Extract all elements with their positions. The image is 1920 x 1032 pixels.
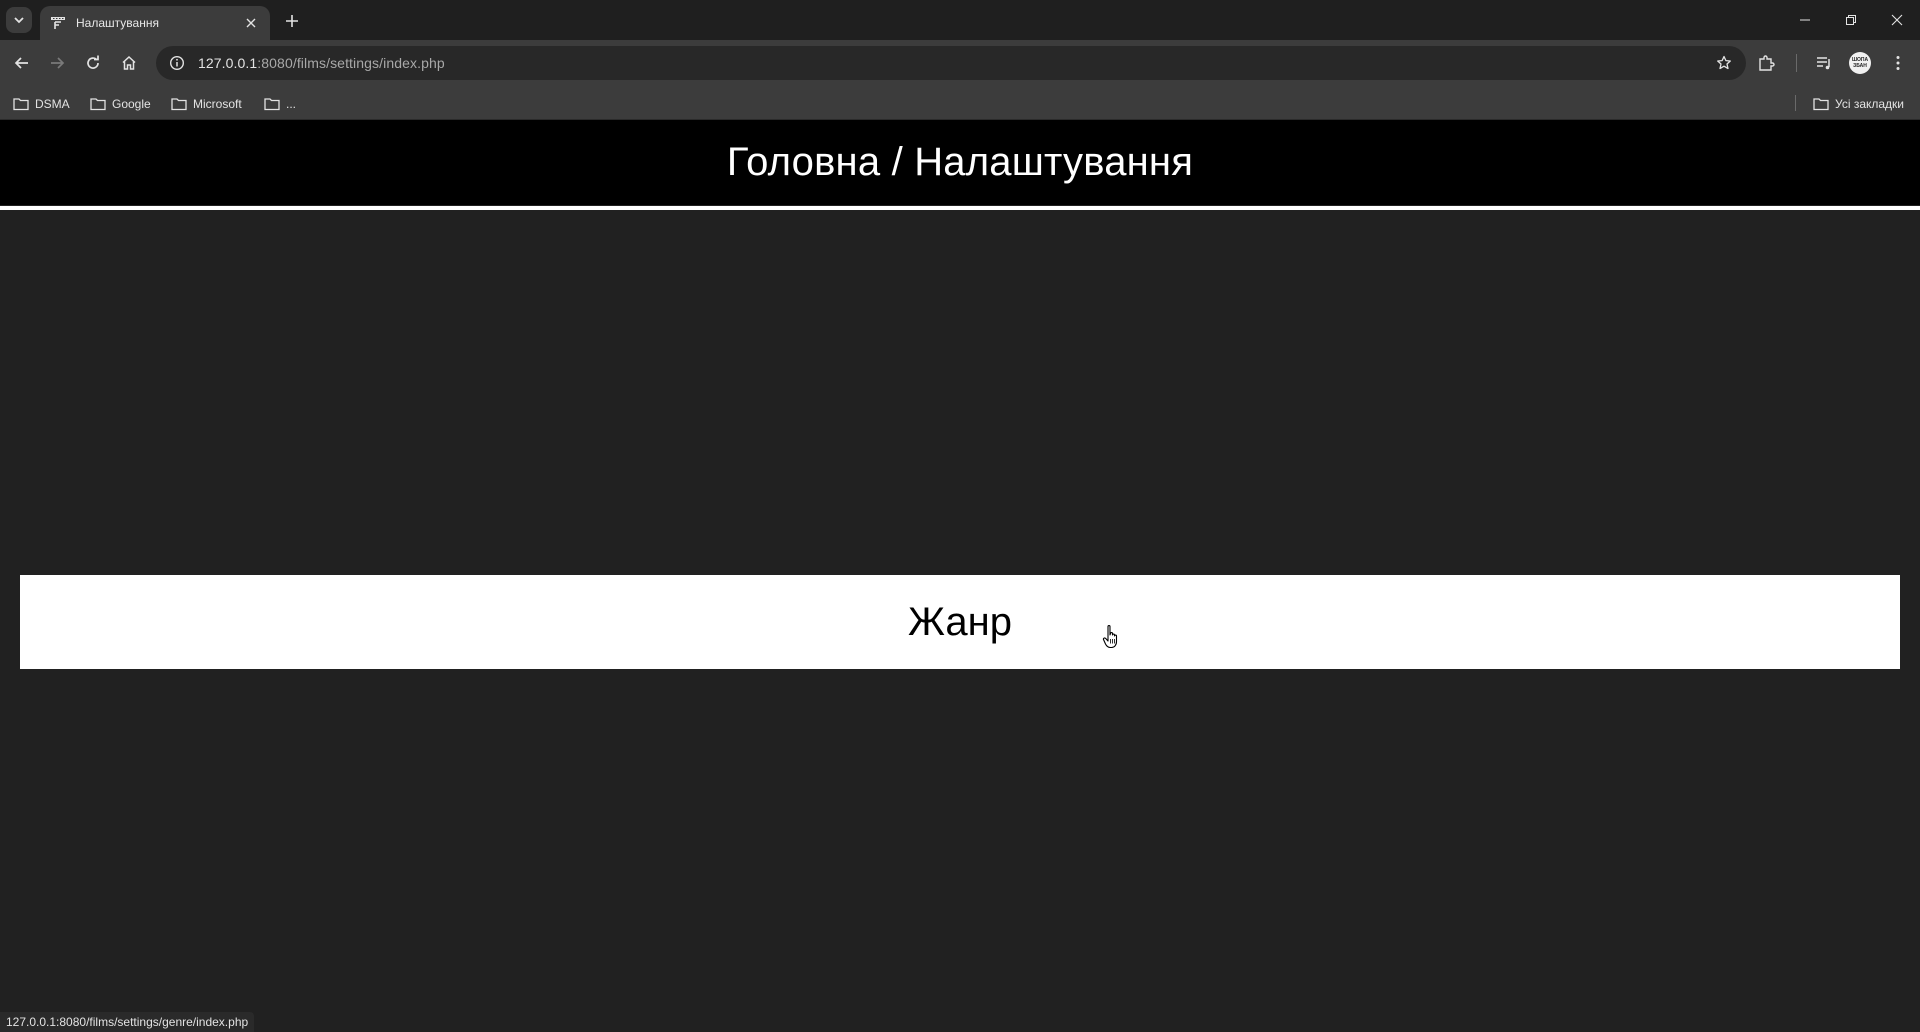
avatar: ШОПА ЗБАН <box>1849 52 1871 74</box>
tab-title: Налаштування <box>76 16 159 30</box>
close-window-button[interactable] <box>1874 0 1920 40</box>
toolbar-separator <box>1796 54 1797 72</box>
bookmark-folder-microsoft[interactable]: Microsoft <box>171 94 242 114</box>
tab-close-button[interactable] <box>242 14 260 32</box>
home-icon <box>122 55 136 70</box>
header-divider <box>0 206 1920 210</box>
status-bar-url: 127.0.0.1:8080/films/settings/genre/inde… <box>0 1012 255 1032</box>
forward-button[interactable] <box>43 49 71 77</box>
site-header: Головна / Налаштування <box>0 120 1920 205</box>
home-button[interactable] <box>115 49 143 77</box>
chevron-down-icon <box>14 17 24 24</box>
close-icon <box>1891 14 1903 26</box>
folder-icon <box>171 98 187 111</box>
bookmark-folder-google[interactable]: Google <box>90 94 151 114</box>
folder-icon <box>90 98 106 111</box>
all-bookmarks-button[interactable]: Усі закладки <box>1813 94 1904 114</box>
bookmark-label: Google <box>112 97 151 111</box>
bookmarks-bar: DSMA Google Microsoft ... Усі закладки <box>0 86 1920 120</box>
extensions-button[interactable] <box>1752 49 1780 77</box>
address-bar[interactable]: 127.0.0.1:8080/films/settings/index.php <box>156 46 1746 80</box>
toolbar-right-actions: ШОПА ЗБАН <box>1750 40 1920 86</box>
bookmark-folder-dsma[interactable]: DSMA <box>13 94 70 114</box>
address-host: 127.0.0.1 <box>198 55 258 71</box>
avatar-text: ШОПА ЗБАН <box>1851 57 1869 69</box>
star-icon <box>1717 55 1731 70</box>
profile-button[interactable]: ШОПА ЗБАН <box>1846 49 1874 77</box>
genre-settings-link[interactable]: Жанр <box>20 575 1900 669</box>
minimize-icon <box>1800 19 1810 21</box>
browser-menu-button[interactable] <box>1884 49 1912 77</box>
folder-icon <box>13 98 29 111</box>
active-tab[interactable]: Налаштування <box>40 6 270 40</box>
page-title: Головна / Налаштування <box>726 140 1194 184</box>
bookmark-star-button[interactable] <box>1712 51 1736 75</box>
plus-icon <box>286 15 298 27</box>
arrow-right-icon <box>51 57 65 69</box>
restore-icon <box>1846 15 1856 25</box>
bookmark-label: ... <box>286 97 297 111</box>
back-button[interactable] <box>8 49 36 77</box>
info-icon <box>169 55 185 71</box>
all-bookmarks-label: Усі закладки <box>1835 97 1905 111</box>
folder-icon <box>264 98 280 111</box>
site-info-button[interactable] <box>160 46 194 80</box>
bookmark-folder-more[interactable]: ... <box>264 94 296 114</box>
kebab-menu-icon <box>1896 56 1900 70</box>
arrow-left-icon <box>14 57 28 69</box>
folder-icon <box>1813 98 1829 111</box>
window-controls <box>1782 0 1920 40</box>
bookmark-label: DSMA <box>35 97 70 111</box>
hand-pointer-icon <box>1102 624 1118 649</box>
minimize-button[interactable] <box>1782 0 1828 40</box>
bookmark-label: Microsoft <box>193 97 242 111</box>
bookmarks-separator <box>1795 95 1796 111</box>
tab-search-button[interactable] <box>6 7 32 33</box>
tab-strip: Налаштування <box>0 0 1920 40</box>
restore-button[interactable] <box>1828 0 1874 40</box>
address-path: :8080/films/settings/index.php <box>257 55 445 71</box>
close-icon <box>246 18 256 28</box>
reload-icon <box>87 55 99 69</box>
reload-button[interactable] <box>79 49 107 77</box>
puzzle-icon <box>1759 55 1775 71</box>
status-url-text: 127.0.0.1:8080/films/settings/genre/inde… <box>6 1015 249 1029</box>
page-viewport: Головна / Налаштування Жанр 127.0.0.1:80… <box>0 120 1920 1032</box>
address-url: 127.0.0.1:8080/films/settings/index.php <box>198 55 445 71</box>
new-tab-button[interactable] <box>280 9 304 33</box>
film-icon <box>51 17 65 29</box>
media-controls-button[interactable] <box>1810 49 1838 77</box>
media-queue-icon <box>1817 57 1830 70</box>
genre-link-label: Жанр <box>908 599 1012 644</box>
